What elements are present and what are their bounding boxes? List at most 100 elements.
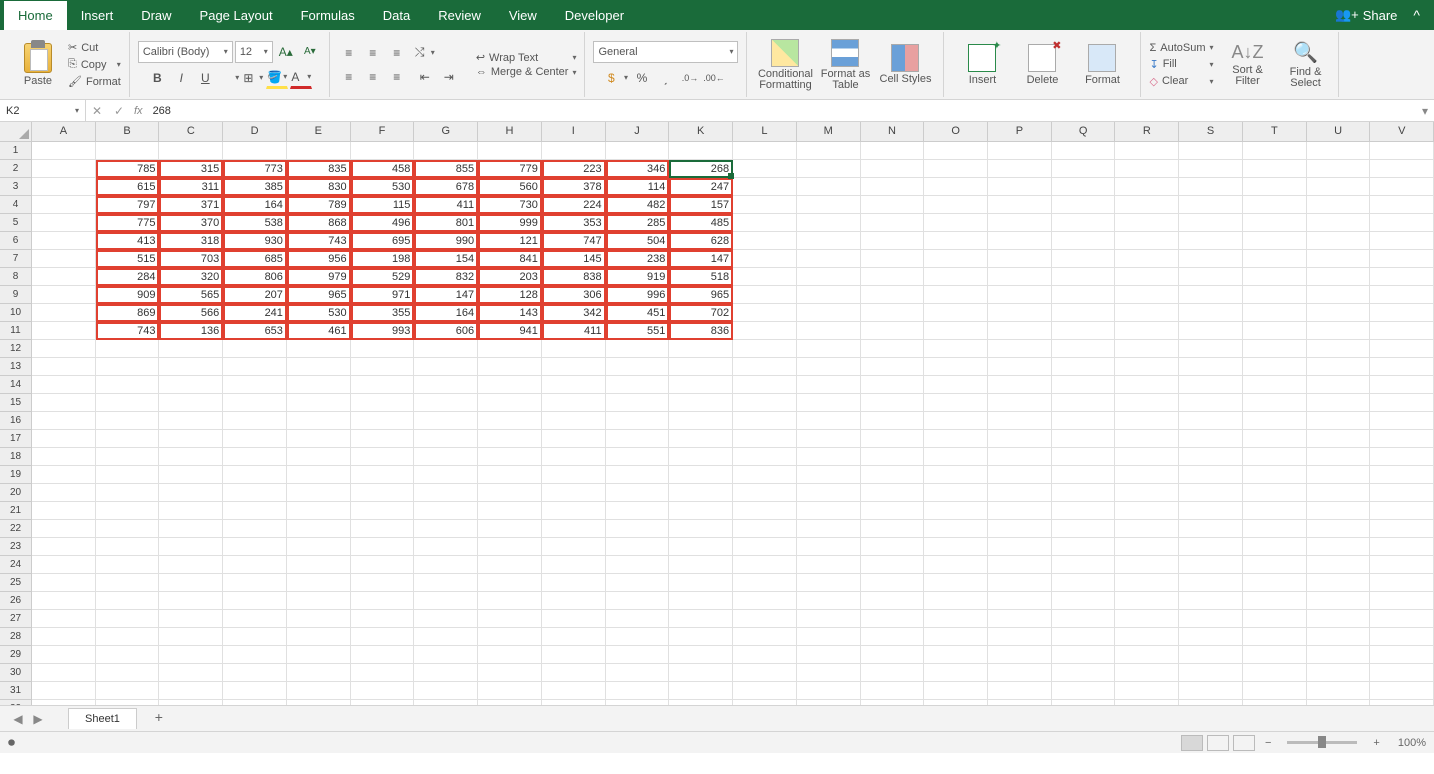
cell-Q13[interactable] xyxy=(1052,358,1116,376)
cell-G2[interactable]: 855 xyxy=(414,160,478,178)
cell-U4[interactable] xyxy=(1307,196,1371,214)
cell-T31[interactable] xyxy=(1243,682,1307,700)
cell-F30[interactable] xyxy=(351,664,415,682)
cell-K21[interactable] xyxy=(669,502,733,520)
cell-S3[interactable] xyxy=(1179,178,1243,196)
cell-E19[interactable] xyxy=(287,466,351,484)
cell-D18[interactable] xyxy=(223,448,287,466)
cell-B24[interactable] xyxy=(96,556,160,574)
cell-A14[interactable] xyxy=(32,376,96,394)
cell-H11[interactable]: 941 xyxy=(478,322,542,340)
cell-E21[interactable] xyxy=(287,502,351,520)
row-header-11[interactable]: 11 xyxy=(0,322,32,340)
cell-Q10[interactable] xyxy=(1052,304,1116,322)
cell-U6[interactable] xyxy=(1307,232,1371,250)
cell-C12[interactable] xyxy=(159,340,223,358)
cell-I25[interactable] xyxy=(542,574,606,592)
cell-I3[interactable]: 378 xyxy=(542,178,606,196)
cell-S26[interactable] xyxy=(1179,592,1243,610)
cell-S13[interactable] xyxy=(1179,358,1243,376)
cell-F29[interactable] xyxy=(351,646,415,664)
cell-M8[interactable] xyxy=(797,268,861,286)
cell-P29[interactable] xyxy=(988,646,1052,664)
cell-F12[interactable] xyxy=(351,340,415,358)
cell-Q2[interactable] xyxy=(1052,160,1116,178)
format-painter-button[interactable]: 🖌Format xyxy=(68,75,121,88)
column-header-A[interactable]: A xyxy=(32,122,96,141)
cell-Q31[interactable] xyxy=(1052,682,1116,700)
cell-N26[interactable] xyxy=(861,592,925,610)
cell-H17[interactable] xyxy=(478,430,542,448)
cell-F7[interactable]: 198 xyxy=(351,250,415,268)
cell-E3[interactable]: 830 xyxy=(287,178,351,196)
row-header-5[interactable]: 5 xyxy=(0,214,32,232)
cell-Q15[interactable] xyxy=(1052,394,1116,412)
cell-N23[interactable] xyxy=(861,538,925,556)
cell-S32[interactable] xyxy=(1179,700,1243,705)
cell-G21[interactable] xyxy=(414,502,478,520)
cell-E20[interactable] xyxy=(287,484,351,502)
cell-D30[interactable] xyxy=(223,664,287,682)
cell-U14[interactable] xyxy=(1307,376,1371,394)
cell-L19[interactable] xyxy=(733,466,797,484)
cell-J1[interactable] xyxy=(606,142,670,160)
cell-Q1[interactable] xyxy=(1052,142,1116,160)
cell-R19[interactable] xyxy=(1115,466,1179,484)
cell-V22[interactable] xyxy=(1370,520,1434,538)
cell-S23[interactable] xyxy=(1179,538,1243,556)
cell-J20[interactable] xyxy=(606,484,670,502)
cell-U10[interactable] xyxy=(1307,304,1371,322)
cell-Q18[interactable] xyxy=(1052,448,1116,466)
cell-L28[interactable] xyxy=(733,628,797,646)
cell-F22[interactable] xyxy=(351,520,415,538)
cell-P13[interactable] xyxy=(988,358,1052,376)
cell-R8[interactable] xyxy=(1115,268,1179,286)
cell-D25[interactable] xyxy=(223,574,287,592)
cell-T17[interactable] xyxy=(1243,430,1307,448)
cell-U11[interactable] xyxy=(1307,322,1371,340)
cell-N22[interactable] xyxy=(861,520,925,538)
cell-D17[interactable] xyxy=(223,430,287,448)
cell-K16[interactable] xyxy=(669,412,733,430)
cell-M13[interactable] xyxy=(797,358,861,376)
decrease-font-button[interactable]: A▾ xyxy=(299,41,321,63)
cell-B10[interactable]: 869 xyxy=(96,304,160,322)
cell-D29[interactable] xyxy=(223,646,287,664)
cell-U26[interactable] xyxy=(1307,592,1371,610)
column-header-O[interactable]: O xyxy=(924,122,988,141)
column-header-J[interactable]: J xyxy=(606,122,670,141)
cell-K27[interactable] xyxy=(669,610,733,628)
cell-V5[interactable] xyxy=(1370,214,1434,232)
cell-R2[interactable] xyxy=(1115,160,1179,178)
cell-Q9[interactable] xyxy=(1052,286,1116,304)
cell-L12[interactable] xyxy=(733,340,797,358)
cell-C27[interactable] xyxy=(159,610,223,628)
autosum-button[interactable]: ΣAutoSum▾ xyxy=(1149,42,1213,54)
row-header-15[interactable]: 15 xyxy=(0,394,32,412)
cell-U16[interactable] xyxy=(1307,412,1371,430)
cell-A30[interactable] xyxy=(32,664,96,682)
cell-V17[interactable] xyxy=(1370,430,1434,448)
align-left-button[interactable]: ≡ xyxy=(338,66,360,88)
cell-P28[interactable] xyxy=(988,628,1052,646)
cell-U18[interactable] xyxy=(1307,448,1371,466)
cell-T7[interactable] xyxy=(1243,250,1307,268)
cell-D32[interactable] xyxy=(223,700,287,705)
cell-H27[interactable] xyxy=(478,610,542,628)
cell-K8[interactable]: 518 xyxy=(669,268,733,286)
tab-draw[interactable]: Draw xyxy=(127,1,185,30)
cell-L6[interactable] xyxy=(733,232,797,250)
selection-handle[interactable] xyxy=(728,173,734,179)
cell-L1[interactable] xyxy=(733,142,797,160)
cell-A1[interactable] xyxy=(32,142,96,160)
cell-I1[interactable] xyxy=(542,142,606,160)
cell-Q3[interactable] xyxy=(1052,178,1116,196)
font-size-select[interactable]: 12▾ xyxy=(235,41,273,63)
cell-I11[interactable]: 411 xyxy=(542,322,606,340)
cell-T14[interactable] xyxy=(1243,376,1307,394)
cell-J25[interactable] xyxy=(606,574,670,592)
cell-C24[interactable] xyxy=(159,556,223,574)
share-button[interactable]: 👥+ Share xyxy=(1335,7,1397,23)
cell-V13[interactable] xyxy=(1370,358,1434,376)
cell-T3[interactable] xyxy=(1243,178,1307,196)
